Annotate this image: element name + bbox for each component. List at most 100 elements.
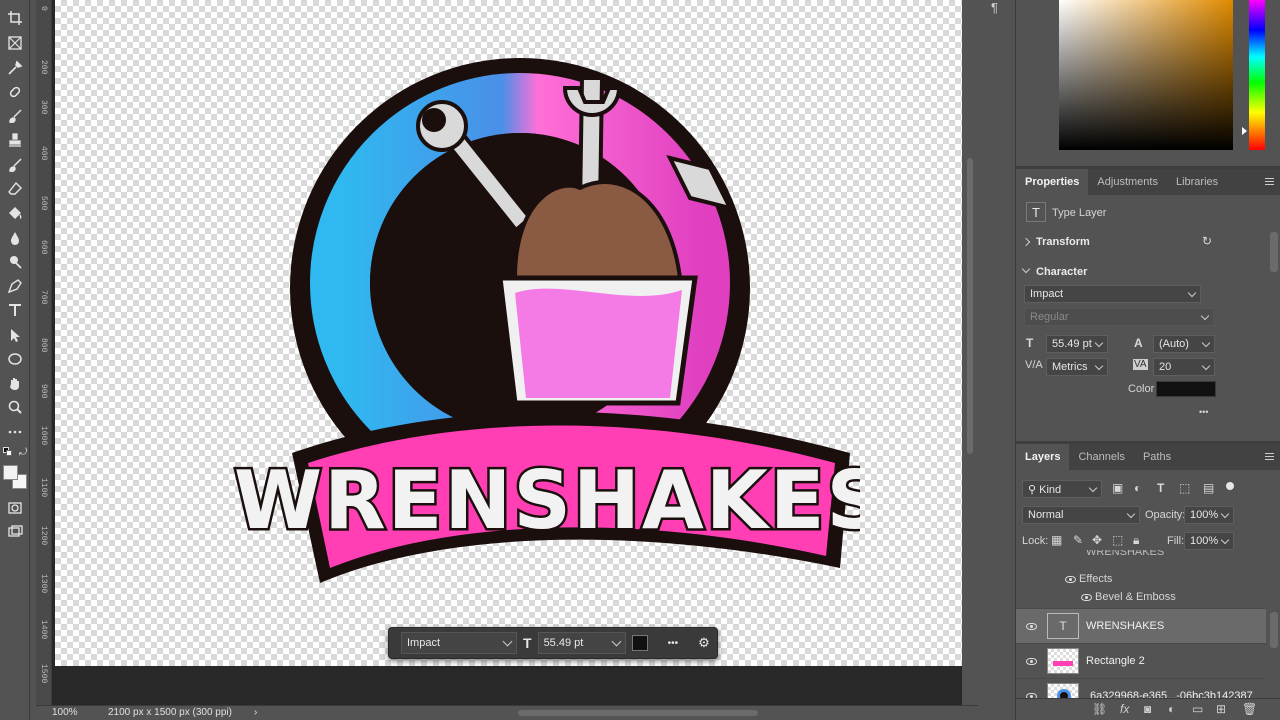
reset-icon[interactable]: ↻ <box>1202 234 1212 248</box>
type-icon[interactable] <box>5 300 25 320</box>
lock-position-icon[interactable]: ✥ <box>1092 533 1102 547</box>
ctx-font-size-field[interactable]: 55.49 pt <box>537 632 626 654</box>
delete-layer-icon[interactable]: 🗑︎ <box>1242 702 1257 716</box>
fill-field[interactable]: 100% <box>1184 532 1234 550</box>
font-size-field[interactable]: 55.49 pt <box>1046 335 1108 353</box>
new-layer-icon[interactable]: ⊞ <box>1216 702 1226 716</box>
layers-scrollbar[interactable] <box>1270 612 1278 648</box>
font-family-dropdown[interactable]: Impact <box>1024 285 1201 303</box>
add-mask-icon[interactable]: ◙ <box>1144 702 1151 716</box>
text-color-swatch[interactable] <box>1156 381 1216 397</box>
foreground-color-swatch[interactable] <box>3 465 18 480</box>
chevron-down-icon[interactable] <box>1021 264 1031 274</box>
eyedropper-icon[interactable] <box>5 58 25 78</box>
brush-icon[interactable] <box>5 106 25 126</box>
more-options-button[interactable]: ••• <box>1199 407 1208 417</box>
document-canvas[interactable]: WRENSHAKES Impact T 55.49 pt ••• ⚙ <box>52 0 962 705</box>
ellipse-icon[interactable] <box>5 349 25 369</box>
kerning-dropdown[interactable]: Metrics <box>1046 358 1108 376</box>
bevel-visibility-icon[interactable] <box>1081 594 1092 601</box>
eraser-icon[interactable] <box>5 179 25 199</box>
layer-thumbnail <box>1047 648 1079 674</box>
visibility-eye-icon[interactable] <box>1026 623 1037 630</box>
quick-mask-icon[interactable] <box>5 498 25 518</box>
paint-bucket-icon[interactable] <box>5 203 25 223</box>
opacity-field[interactable]: 100% <box>1184 506 1234 524</box>
tab-paths[interactable]: Paths <box>1134 444 1180 470</box>
filter-pixel-icon[interactable]: ▣ <box>1112 481 1123 495</box>
layer-row-rectangle-2[interactable]: Rectangle 2 <box>1016 643 1266 678</box>
properties-scrollbar[interactable] <box>1270 232 1278 272</box>
status-arrow-icon[interactable]: › <box>254 707 257 718</box>
effects-visibility-icon[interactable] <box>1065 576 1076 583</box>
lock-all-icon[interactable]: 🔒︎ <box>1133 533 1139 548</box>
effect-bevel-emboss[interactable]: Bevel & Emboss <box>1095 591 1176 603</box>
default-colors-icon[interactable] <box>3 447 13 457</box>
blend-mode-dropdown[interactable]: Normal <box>1022 506 1140 524</box>
fx-icon[interactable]: fx <box>1120 702 1129 716</box>
adjustment-layer-icon[interactable]: ◐ <box>1168 702 1175 716</box>
ctx-settings-icon[interactable]: ⚙ <box>698 635 710 651</box>
tab-channels[interactable]: Channels <box>1069 444 1133 470</box>
chevron-down-icon <box>1187 288 1197 297</box>
layer-filter-dropdown[interactable]: ⚲ Kind <box>1022 480 1102 498</box>
clone-stamp-icon[interactable] <box>5 130 25 150</box>
tab-libraries[interactable]: Libraries <box>1167 169 1227 195</box>
ruler-mark: 200 <box>39 60 48 75</box>
canvas-vertical-scrollbar[interactable] <box>962 0 978 705</box>
screen-mode-icon[interactable] <box>5 522 25 542</box>
layer-name[interactable]: Rectangle 2 <box>1086 655 1145 667</box>
panel-menu-icon[interactable] <box>1265 178 1274 185</box>
artboard-transparent[interactable]: WRENSHAKES <box>55 0 962 666</box>
tracking-field[interactable]: 20 <box>1153 358 1215 376</box>
new-group-icon[interactable]: ▭ <box>1192 702 1203 716</box>
tab-layers[interactable]: Layers <box>1016 444 1070 470</box>
zoom-level[interactable]: 100% <box>52 707 78 718</box>
tab-adjustments[interactable]: Adjustments <box>1088 169 1167 195</box>
panel-menu-icon[interactable] <box>1265 453 1274 460</box>
filter-shape-icon[interactable]: ⬚ <box>1179 481 1190 495</box>
layer-name[interactable]: 6a329968-e365...-06bc3b142387 <box>1090 690 1253 698</box>
canvas-horizontal-scrollbar[interactable] <box>518 710 758 716</box>
ctx-font-dropdown[interactable]: Impact <box>401 632 517 654</box>
transform-section[interactable]: Transform <box>1036 236 1090 248</box>
color-field[interactable] <box>1059 0 1233 150</box>
visibility-eye-icon[interactable] <box>1026 658 1037 665</box>
tab-properties[interactable]: Properties <box>1016 169 1089 195</box>
ctx-more-button[interactable]: ••• <box>668 638 679 649</box>
layer-row-image[interactable]: 6a329968-e365...-06bc3b142387 <box>1016 678 1266 698</box>
lock-transparent-icon[interactable]: ▦ <box>1051 533 1062 547</box>
filter-smart-object-icon[interactable]: ▤ <box>1203 481 1214 495</box>
link-layers-icon[interactable]: ⛓ <box>1092 702 1107 716</box>
character-section[interactable]: Character <box>1036 266 1087 278</box>
filter-type-icon[interactable]: T <box>1157 481 1164 495</box>
swap-colors-icon[interactable]: ⤾ <box>17 446 29 458</box>
history-brush-icon[interactable] <box>5 155 25 175</box>
leading-field[interactable]: (Auto) <box>1153 335 1215 353</box>
wrenshakes-logo[interactable]: WRENSHAKES <box>230 58 860 603</box>
chevron-right-icon[interactable] <box>1021 237 1031 247</box>
ctx-color-swatch[interactable] <box>631 635 648 651</box>
layer-name[interactable]: WRENSHAKES <box>1086 620 1164 632</box>
filter-toggle-icon[interactable] <box>1226 482 1234 490</box>
layer-row-wrenshakes[interactable]: T WRENSHAKES <box>1016 608 1266 643</box>
scroll-thumb[interactable] <box>967 158 973 454</box>
blur-icon[interactable] <box>5 228 25 248</box>
crop-icon[interactable] <box>5 8 25 28</box>
document-size: 2100 px x 1500 px (300 ppi) <box>108 707 232 718</box>
pen-icon[interactable] <box>5 276 25 296</box>
hand-icon[interactable] <box>5 373 25 393</box>
healing-brush-icon[interactable] <box>5 82 25 102</box>
hue-marker[interactable] <box>1242 127 1247 135</box>
path-selection-icon[interactable] <box>5 325 25 345</box>
dodge-icon[interactable] <box>5 252 25 272</box>
lock-pixels-icon[interactable]: ✎ <box>1073 533 1083 547</box>
hue-slider[interactable] <box>1249 0 1265 150</box>
filter-adjustment-icon[interactable]: ◐ <box>1134 481 1141 495</box>
logo-text[interactable]: WRENSHAKES <box>231 452 860 550</box>
zoom-icon[interactable] <box>5 397 25 417</box>
lock-artboard-icon[interactable]: ⬚ <box>1112 533 1123 547</box>
frame-icon[interactable] <box>5 33 25 53</box>
paragraph-icon[interactable]: ¶ <box>991 0 998 15</box>
more-tools-icon[interactable] <box>5 422 25 442</box>
